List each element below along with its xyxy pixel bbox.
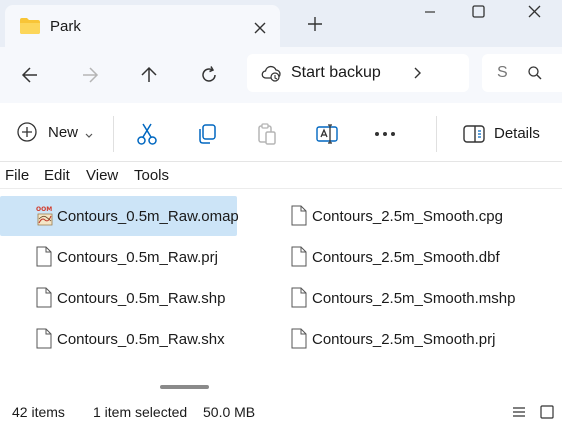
back-arrow-icon[interactable] — [18, 63, 42, 87]
file-name: Contours_2.5m_Smooth.dbf — [312, 249, 500, 266]
search-box[interactable]: S — [482, 54, 562, 92]
file-icon — [291, 287, 307, 311]
more-options-icon[interactable] — [373, 122, 397, 146]
list-item[interactable]: OOM Contours_0.5m_Raw.omap — [0, 196, 239, 236]
menu-view[interactable]: View — [86, 167, 118, 184]
file-icon — [291, 246, 307, 270]
close-window-icon[interactable] — [512, 0, 558, 24]
item-count: 42 items — [12, 404, 65, 420]
forward-arrow-icon[interactable] — [78, 63, 102, 87]
search-placeholder: S — [497, 64, 508, 81]
minimize-icon[interactable] — [407, 0, 453, 24]
details-button[interactable]: Details — [462, 122, 552, 146]
file-name: Contours_0.5m_Raw.shx — [57, 331, 225, 348]
tab-title: Park — [50, 18, 81, 35]
new-tab-icon[interactable] — [302, 11, 328, 37]
svg-text:OOM: OOM — [36, 206, 52, 213]
status-bar — [0, 398, 562, 425]
new-button[interactable]: New — [14, 120, 99, 146]
address-bar[interactable]: Start backup — [247, 54, 469, 92]
refresh-icon[interactable] — [197, 63, 221, 87]
list-item[interactable]: Contours_2.5m_Smooth.dbf — [255, 237, 515, 277]
chevron-down-icon — [84, 128, 94, 144]
file-icon — [36, 287, 52, 311]
file-name: Contours_2.5m_Smooth.mshp — [312, 290, 516, 307]
command-divider — [113, 116, 114, 152]
details-pane-icon — [462, 123, 486, 148]
menu-tools[interactable]: Tools — [134, 167, 169, 184]
oom-map-icon: OOM — [36, 205, 54, 230]
plus-circle-icon — [16, 121, 38, 146]
copy-icon[interactable] — [195, 122, 219, 146]
selection-status: 1 item selected — [93, 404, 188, 420]
folder-icon — [19, 17, 41, 38]
cloud-backup-icon — [260, 64, 282, 85]
menu-edit[interactable]: Edit — [44, 167, 70, 184]
menu-file[interactable]: File — [5, 167, 29, 184]
list-item[interactable]: Contours_0.5m_Raw.shx — [0, 319, 237, 359]
list-item[interactable]: Contours_0.5m_Raw.prj — [0, 237, 237, 277]
file-icon — [291, 205, 307, 229]
details-label: Details — [494, 125, 540, 142]
file-name: Contours_2.5m_Smooth.cpg — [312, 208, 503, 225]
file-name: Contours_0.5m_Raw.prj — [57, 249, 218, 266]
rename-icon[interactable] — [315, 122, 339, 146]
file-name: Contours_2.5m_Smooth.prj — [312, 331, 496, 348]
list-item[interactable]: Contours_2.5m_Smooth.mshp — [255, 278, 515, 318]
list-item[interactable]: Contours_2.5m_Smooth.prj — [255, 319, 515, 359]
up-arrow-icon[interactable] — [137, 63, 161, 87]
command-divider — [436, 116, 437, 152]
close-tab-icon[interactable] — [249, 17, 271, 39]
file-name: Contours_0.5m_Raw.shp — [57, 290, 226, 307]
file-icon — [291, 328, 307, 352]
file-icon — [36, 328, 52, 352]
new-label: New — [48, 124, 79, 141]
tiles-view-icon[interactable] — [539, 404, 555, 420]
menu-bar — [0, 162, 562, 189]
file-icon — [36, 246, 52, 270]
cut-icon[interactable] — [135, 122, 159, 146]
list-item[interactable]: Contours_0.5m_Raw.shp — [0, 278, 237, 318]
address-label: Start backup — [291, 64, 381, 81]
chevron-right-icon[interactable] — [409, 65, 425, 84]
selection-size: 50.0 MB — [203, 404, 256, 420]
search-icon[interactable] — [527, 65, 543, 84]
list-view-icon[interactable] — [511, 404, 527, 420]
maximize-icon[interactable] — [455, 0, 501, 24]
paste-icon[interactable] — [255, 122, 279, 146]
horizontal-scrollbar[interactable] — [160, 385, 209, 389]
tab-park[interactable]: Park — [5, 5, 280, 47]
list-item[interactable]: Contours_2.5m_Smooth.cpg — [255, 196, 515, 236]
file-name: Contours_0.5m_Raw.omap — [57, 208, 239, 225]
